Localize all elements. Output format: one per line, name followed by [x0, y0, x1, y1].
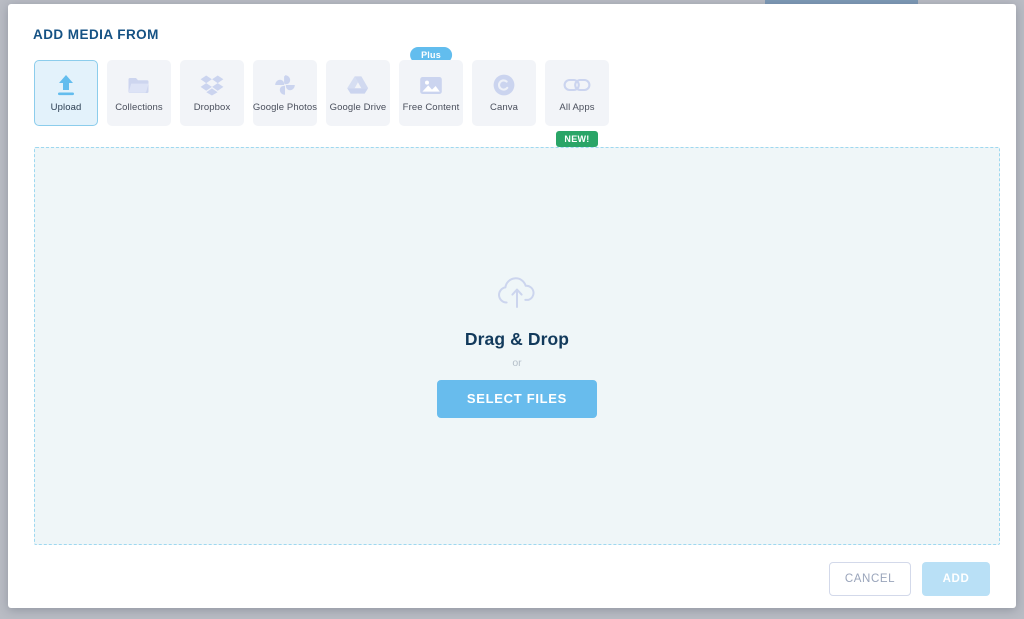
- tab-label-upload: Upload: [50, 102, 82, 114]
- tab-upload[interactable]: Upload: [34, 60, 98, 126]
- image-icon: [419, 72, 443, 98]
- status-badge-new: NEW!: [556, 131, 598, 147]
- tab-label-free-content: Free Content: [402, 102, 460, 114]
- tab-dropbox[interactable]: Dropbox: [180, 60, 244, 126]
- screen: ADD MEDIA FROM Upload Collections Dropbo…: [0, 0, 1024, 619]
- link-chain-icon: [563, 72, 591, 98]
- tab-wrap-collections: Collections: [107, 60, 171, 126]
- add-media-dialog: ADD MEDIA FROM Upload Collections Dropbo…: [8, 4, 1016, 608]
- media-source-tabs: Upload Collections Dropbox Google Photos…: [34, 47, 609, 147]
- tab-wrap-dropbox: Dropbox: [180, 60, 244, 126]
- tab-wrap-all-apps: All Apps NEW!: [545, 60, 609, 147]
- tab-canva[interactable]: Canva: [472, 60, 536, 126]
- cancel-button[interactable]: CANCEL: [829, 562, 911, 596]
- google-photos-icon: [273, 72, 297, 98]
- tab-label-dropbox: Dropbox: [193, 102, 231, 114]
- tab-google-drive[interactable]: Google Drive: [326, 60, 390, 126]
- tab-wrap-free-content: Plus Free Content: [399, 47, 463, 126]
- select-files-button[interactable]: SELECT FILES: [436, 380, 598, 418]
- tab-label-google-photos: Google Photos: [252, 102, 318, 114]
- tab-wrap-google-drive: Google Drive: [326, 60, 390, 126]
- tab-label-all-apps: All Apps: [559, 102, 595, 114]
- folder-icon: [127, 72, 151, 98]
- tab-label-google-drive: Google Drive: [329, 102, 387, 114]
- tab-label-canva: Canva: [490, 102, 518, 114]
- tab-label-collections: Collections: [115, 102, 163, 114]
- dropzone-or-text: or: [512, 357, 522, 369]
- canva-icon: [492, 72, 516, 98]
- dropbox-icon: [200, 72, 224, 98]
- cloud-upload-icon: [494, 274, 540, 315]
- dropzone-title: Drag & Drop: [464, 329, 570, 349]
- add-button[interactable]: ADD: [922, 562, 990, 596]
- dialog-footer: CANCEL ADD: [829, 562, 990, 596]
- page-title: ADD MEDIA FROM: [33, 27, 159, 42]
- google-drive-icon: [346, 72, 370, 98]
- tab-google-photos[interactable]: Google Photos: [253, 60, 317, 126]
- tab-collections[interactable]: Collections: [107, 60, 171, 126]
- tab-wrap-google-photos: Google Photos: [253, 60, 317, 126]
- upload-arrow-icon: [55, 72, 77, 98]
- file-dropzone[interactable]: Drag & Drop or SELECT FILES: [34, 147, 1000, 545]
- tab-wrap-upload: Upload: [34, 60, 98, 126]
- tab-wrap-canva: Canva: [472, 60, 536, 126]
- tab-all-apps[interactable]: All Apps: [545, 60, 609, 126]
- tab-free-content[interactable]: Free Content: [399, 60, 463, 126]
